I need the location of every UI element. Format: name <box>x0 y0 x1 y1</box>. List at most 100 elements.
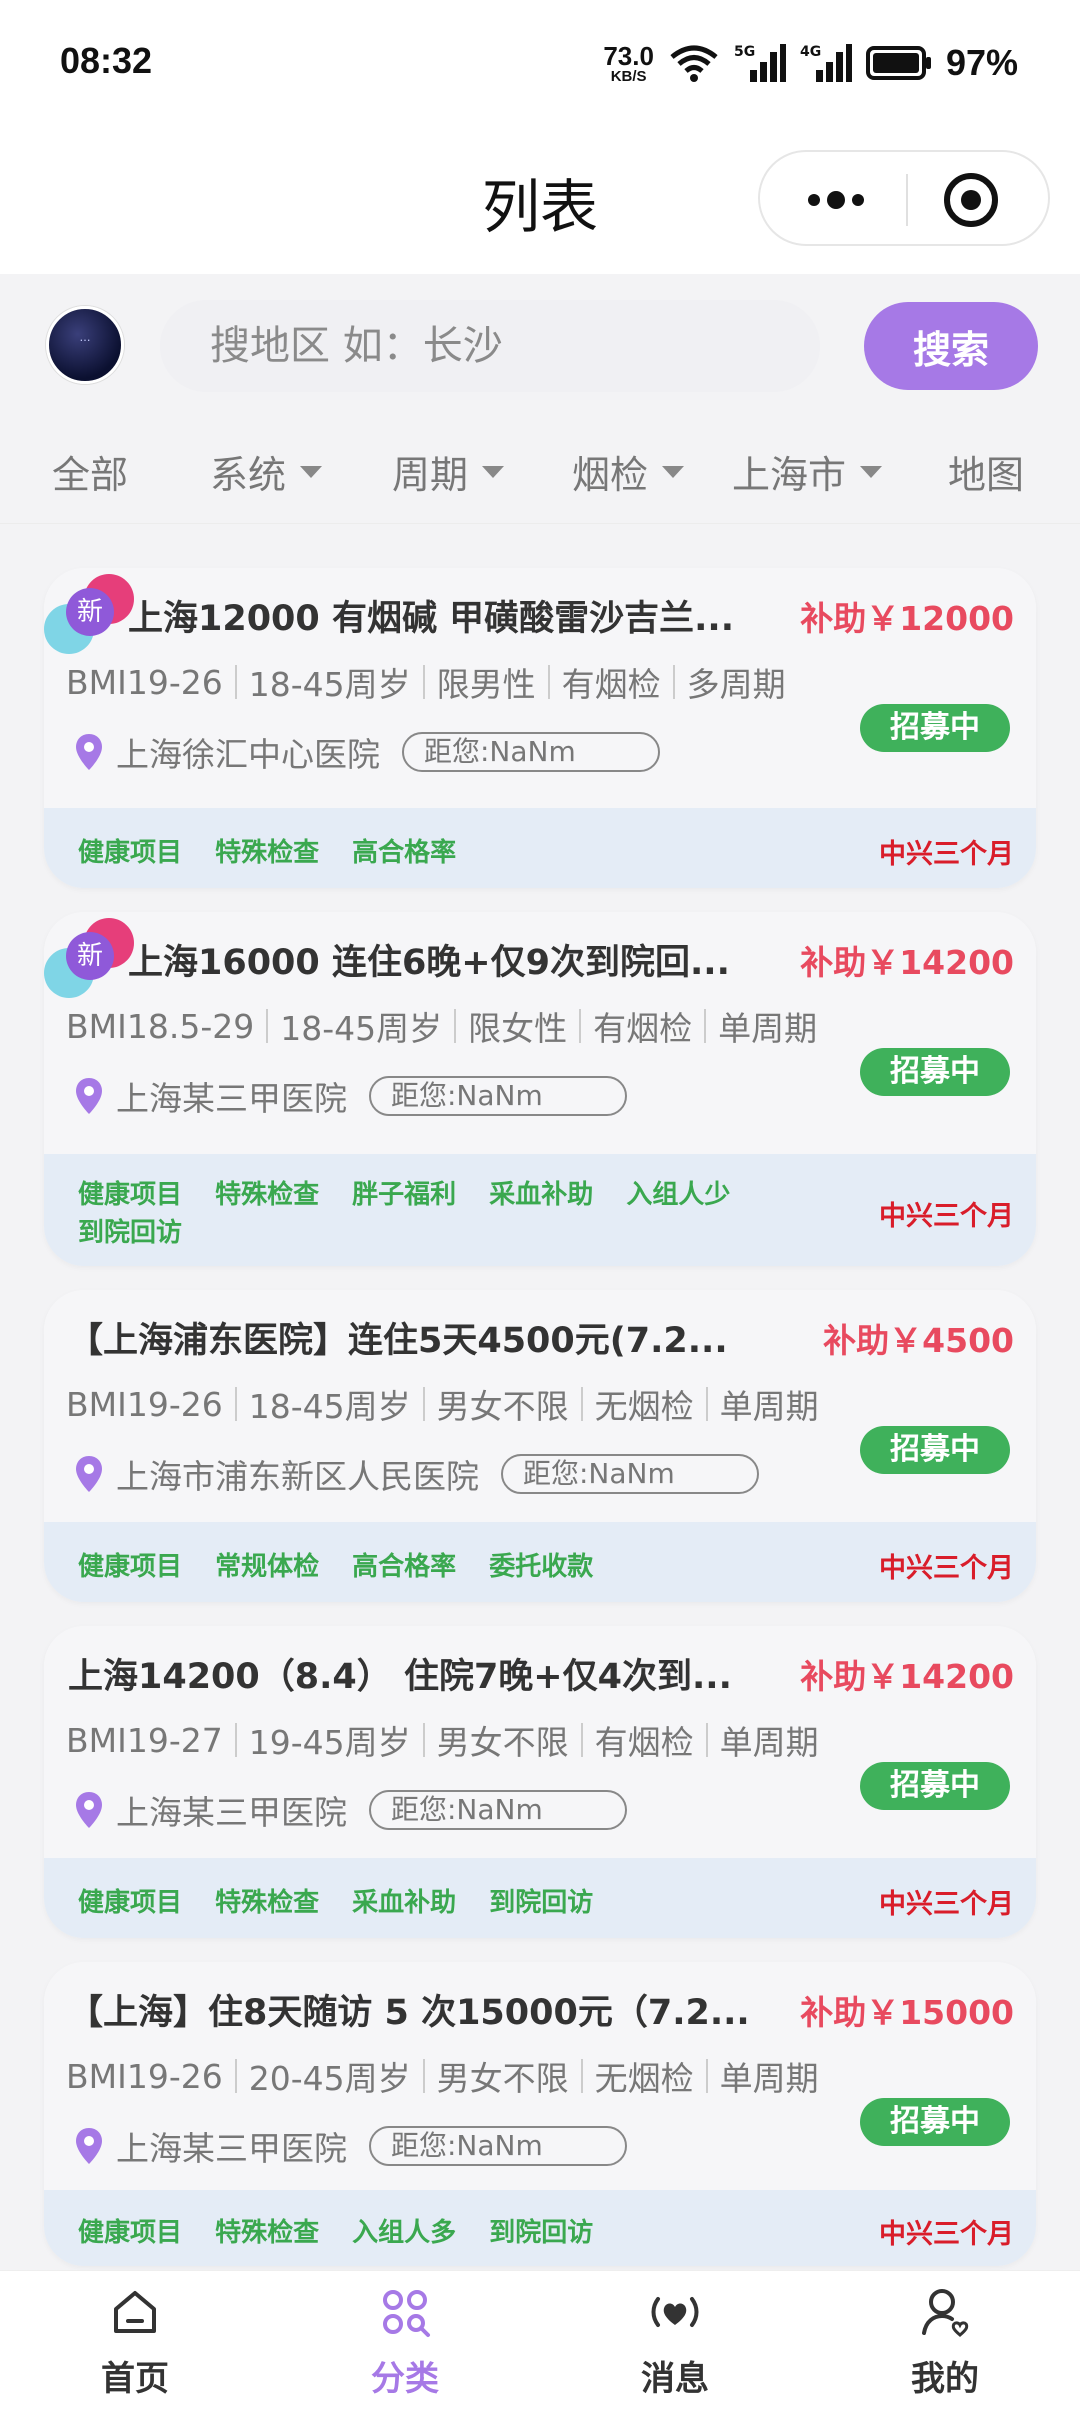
trial-card[interactable]: 新 上海12000 有烟碱 甲磺酸雷沙吉兰... 补助￥12000 BMI19-… <box>44 568 1036 888</box>
filter-map[interactable]: 地图 <box>948 444 1024 499</box>
trial-card[interactable]: 新 上海16000 连住6晚+仅9次到院回... 补助￥14200 BMI18.… <box>44 912 1036 1266</box>
attr-bmi: BMI19-26 <box>66 2056 223 2096</box>
trial-card[interactable]: 上海14200（8.4） 住院7晚+仅4次到... 补助￥14200 BMI19… <box>44 1626 1036 1938</box>
search-input[interactable] <box>160 300 820 392</box>
title-bar: 列表 <box>0 128 1080 274</box>
filter-all[interactable]: 全部 <box>52 444 128 499</box>
card-attributes: BMI18.5-29 18-45周岁 限女性 有烟检 单周期 <box>66 1002 817 1050</box>
card-attributes: BMI19-26 18-45周岁 限男性 有烟检 多周期 <box>66 658 786 706</box>
attr-age: 19-45周岁 <box>248 1723 411 1762</box>
search-row: … 搜索 <box>0 274 1080 414</box>
more-icon[interactable] <box>800 172 872 228</box>
filter-label: 系统 <box>210 453 287 497</box>
tag: 特殊检查 <box>215 1888 320 1918</box>
tab-home[interactable]: 首页 <box>65 2285 205 2400</box>
tag: 健康项目 <box>78 1888 183 1918</box>
tag: 健康项目 <box>78 1552 183 1582</box>
tab-label: 分类 <box>371 2359 439 2399</box>
attr-gender: 男女不限 <box>436 2059 569 2098</box>
tag: 特殊检查 <box>215 2218 320 2248</box>
subsidy-amount: 补助￥15000 <box>800 1993 1014 2032</box>
status-badge: 招募中 <box>860 704 1010 752</box>
card-tags: 健康项目 特殊检查 采血补助 到院回访 <box>78 1882 617 1919</box>
location-pin-icon <box>76 2128 102 2164</box>
attr-cycle: 多周期 <box>686 665 786 704</box>
card-footer: 健康项目 特殊检查 胖子福利 采血补助 入组人少 到院回访 中兴三个月 <box>44 1154 1036 1266</box>
card-attributes: BMI19-26 20-45周岁 男女不限 无烟检 单周期 <box>66 2052 819 2100</box>
location-pin-icon <box>76 1456 102 1492</box>
card-top: 新 上海12000 有烟碱 甲磺酸雷沙吉兰... 补助￥12000 BMI19-… <box>44 568 1036 808</box>
card-footer: 健康项目 常规体检 高合格率 委托收款 中兴三个月 <box>44 1522 1036 1602</box>
subsidy-amount: 补助￥14200 <box>800 943 1014 982</box>
card-title: 上海14200（8.4） 住院7晚+仅4次到... <box>68 1657 732 1697</box>
tag: 健康项目 <box>78 838 183 868</box>
tab-label: 消息 <box>641 2359 709 2399</box>
duration-label: 中兴三个月 <box>879 1201 1014 1232</box>
signal-5g-label: 5G <box>734 44 755 60</box>
new-badge: 新 <box>44 574 134 664</box>
battery-percent: 97% <box>945 42 1018 83</box>
distance-pill: 距您:NaNm <box>369 1790 627 1830</box>
card-top: 【上海浦东医院】连住5天4500元(7.2... 补助￥4500 BMI19-2… <box>44 1290 1036 1530</box>
tag: 高合格率 <box>352 838 457 868</box>
filter-city[interactable]: 上海市 <box>732 444 883 499</box>
tag: 委托收款 <box>489 1552 594 1582</box>
wifi-icon <box>670 45 718 82</box>
card-tags: 健康项目 特殊检查 胖子福利 采血补助 入组人少 <box>78 1174 754 1211</box>
card-tags: 健康项目 特殊检查 高合格率 <box>78 832 480 869</box>
profile-icon <box>922 2289 969 2337</box>
message-heart-icon <box>651 2297 699 2327</box>
attr-bmi: BMI19-27 <box>66 1720 223 1760</box>
card-top: 上海14200（8.4） 住院7晚+仅4次到... 补助￥14200 BMI19… <box>44 1626 1036 1866</box>
tab-category[interactable]: 分类 <box>335 2285 475 2400</box>
tag: 胖子福利 <box>352 1180 457 1210</box>
tag: 到院回访 <box>489 1888 594 1918</box>
card-location: 上海市浦东新区人民医院 距您:NaNm <box>74 1450 759 1498</box>
status-time: 08:32 <box>60 40 153 81</box>
attr-smoke: 有烟检 <box>561 665 661 704</box>
tab-label: 我的 <box>911 2359 979 2399</box>
caret-down-icon <box>482 465 505 478</box>
duration-label: 中兴三个月 <box>879 839 1014 870</box>
hospital-name: 上海徐汇中心医院 <box>116 735 380 774</box>
attr-smoke: 无烟检 <box>594 2059 694 2098</box>
attr-gender: 男女不限 <box>436 1387 569 1426</box>
filter-label: 周期 <box>392 453 469 497</box>
attr-cycle: 单周期 <box>719 2059 819 2098</box>
attr-age: 18-45周岁 <box>248 1387 411 1426</box>
tab-profile[interactable]: 我的 <box>875 2285 1015 2400</box>
subsidy-amount: 补助￥14200 <box>800 1657 1014 1696</box>
new-badge-label: 新 <box>66 588 114 636</box>
net-speed-value: 73.0 <box>603 40 654 71</box>
tag: 入组人少 <box>626 1180 731 1210</box>
tag: 健康项目 <box>78 2218 183 2248</box>
card-footer: 健康项目 特殊检查 采血补助 到院回访 中兴三个月 <box>44 1858 1036 1938</box>
logo-text: … <box>79 331 91 344</box>
signal-5g-icon: 5G <box>734 44 786 82</box>
filter-system[interactable]: 系统 <box>210 444 323 499</box>
tag: 到院回访 <box>78 1218 183 1248</box>
attr-gender: 限女性 <box>468 1009 568 1048</box>
filter-label: 全部 <box>52 453 129 497</box>
distance-pill: 距您:NaNm <box>501 1454 759 1494</box>
duration-label: 中兴三个月 <box>879 1889 1014 1920</box>
caret-down-icon <box>300 465 323 478</box>
status-badge: 招募中 <box>860 1426 1010 1474</box>
new-badge-label: 新 <box>66 932 114 980</box>
page: 08:32 73.0 KB/S 5G 4G 97% 列表 … 搜地区 如：长沙 … <box>0 0 1080 2414</box>
duration-label: 中兴三个月 <box>879 1553 1014 1584</box>
tag: 采血补助 <box>489 1180 594 1210</box>
trial-card[interactable]: 【上海浦东医院】连住5天4500元(7.2... 补助￥4500 BMI19-2… <box>44 1290 1036 1602</box>
card-location: 上海某三甲医院 距您:NaNm <box>74 1072 627 1120</box>
card-top: 【上海】住8天随访 5 次15000元（7.2... 补助￥15000 BMI1… <box>44 1962 1036 2202</box>
attr-smoke: 有烟检 <box>594 1723 694 1762</box>
trial-card[interactable]: 【上海】住8天随访 5 次15000元（7.2... 补助￥15000 BMI1… <box>44 1962 1036 2266</box>
filter-cycle[interactable]: 周期 <box>392 444 505 499</box>
net-speed-unit: KB/S <box>610 67 647 85</box>
close-target-icon[interactable] <box>938 170 1004 230</box>
tab-messages[interactable]: 消息 <box>605 2285 745 2400</box>
tag: 常规体检 <box>215 1552 320 1582</box>
tag: 入组人多 <box>352 2218 457 2248</box>
search-button[interactable]: 搜索 <box>864 302 1038 390</box>
filter-smoke-test[interactable]: 烟检 <box>572 444 685 499</box>
